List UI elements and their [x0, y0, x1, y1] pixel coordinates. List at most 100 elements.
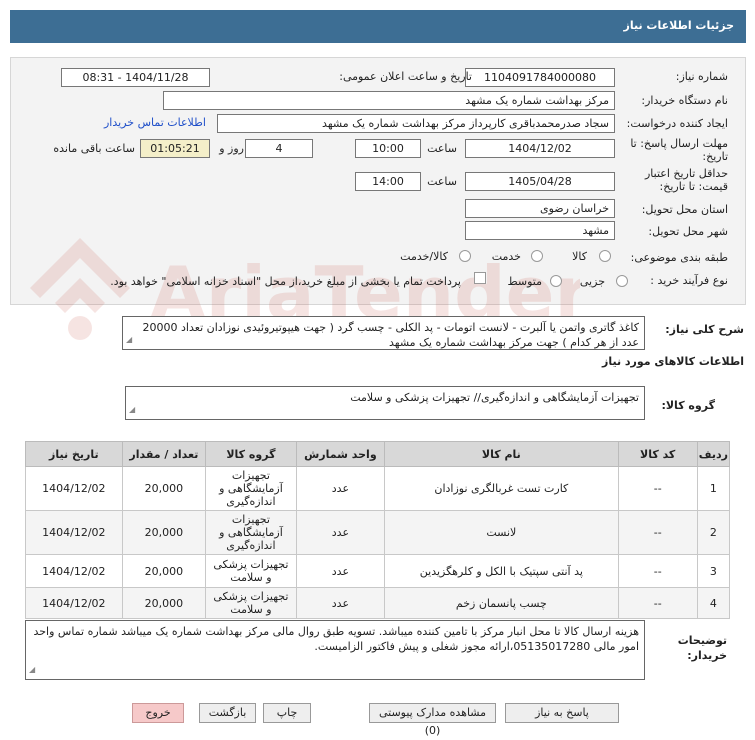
need-number-field: 1104091784000080	[465, 68, 615, 87]
validity-label: حداقل تاریخ اعتبار قیمت: تا تاریخ:	[644, 167, 728, 193]
category-option-service: خدمت	[491, 250, 521, 263]
category-option-goods-service: کالا/خدمت	[400, 250, 448, 263]
col-item-group: گروه کالا	[205, 441, 297, 467]
cell-item-group: تجهیزات آزمایشگاهی و اندازه‌گیری	[205, 466, 297, 511]
goods-section-title: اطلاعات کالاهای مورد نیاز	[602, 355, 744, 368]
cell-item-name: کارت تست غربالگری نوزادان	[384, 466, 619, 511]
cell-row-number: 3	[696, 554, 731, 588]
resize-grip-icon: ◢	[126, 335, 133, 344]
cell-quantity: 20,000	[121, 466, 207, 511]
cell-unit: عدد	[295, 466, 386, 511]
cell-quantity: 20,000	[121, 587, 207, 619]
process-radio-minor[interactable]	[616, 275, 628, 287]
cell-item-code: --	[617, 466, 698, 511]
province-label: استان محل تحویل:	[641, 203, 728, 216]
cell-unit: عدد	[295, 554, 386, 588]
deadline-time-label: ساعت	[427, 142, 457, 155]
cell-item-code: --	[617, 510, 698, 555]
goods-group-label: گروه کالا:	[661, 399, 715, 412]
cell-item-name: پد آنتی سپتیک با الکل و کلرهگزیدین	[384, 554, 619, 588]
cell-need-date: 1404/12/02	[25, 466, 123, 511]
table-row[interactable]: 4 -- چسب پانسمان زخم عدد تجهیزات پزشکی و…	[25, 587, 731, 619]
summary-text: کاغذ گاتری واتمن یا آلبرت - لانست اتومات…	[142, 321, 639, 349]
col-quantity: تعداد / مقدار	[121, 441, 207, 467]
goods-group-text: تجهیزات آزمایشگاهی و اندازه‌گیری// تجهیز…	[350, 391, 639, 404]
category-radio-service[interactable]	[531, 250, 543, 262]
validity-time-field: 14:00	[355, 172, 421, 191]
col-need-date: تاریخ نیاز	[25, 441, 123, 467]
cell-item-group: تجهیزات پزشکی و سلامت	[205, 587, 297, 619]
print-button[interactable]: چاپ	[263, 703, 311, 723]
category-label: طبقه بندی موضوعی:	[630, 251, 728, 264]
cell-item-code: --	[617, 587, 698, 619]
exit-button[interactable]: خروج	[132, 703, 184, 723]
buyer-contact-link[interactable]: اطلاعات تماس خریدار	[104, 116, 206, 129]
cell-quantity: 20,000	[121, 510, 207, 555]
cell-item-group: تجهیزات آزمایشگاهی و اندازه‌گیری	[205, 510, 297, 555]
col-item-code: کد کالا	[617, 441, 698, 467]
process-radio-medium[interactable]	[550, 275, 562, 287]
creator-label: ایجاد کننده درخواست:	[626, 117, 728, 130]
city-field: مشهد	[465, 221, 615, 240]
buyer-field: مرکز بهداشت شماره یک مشهد	[163, 91, 615, 110]
category-radio-goods[interactable]	[599, 250, 611, 262]
attachments-button[interactable]: مشاهده مدارک پیوستی (0)	[369, 703, 496, 737]
deadline-label: مهلت ارسال پاسخ: تا تاریخ:	[630, 137, 728, 163]
table-header-row: ردیف کد کالا نام کالا واحد شمارش گروه کا…	[25, 441, 731, 467]
category-radio-goods-service[interactable]	[459, 250, 471, 262]
cell-need-date: 1404/12/02	[25, 587, 123, 619]
process-type-label: نوع فرآیند خرید :	[650, 274, 728, 287]
cell-item-name: لانست	[384, 510, 619, 555]
summary-textarea[interactable]: کاغذ گاتری واتمن یا آلبرت - لانست اتومات…	[122, 316, 645, 350]
process-option-medium: متوسط	[507, 275, 542, 288]
deadline-date-field: 1404/12/02	[465, 139, 615, 158]
announce-date-field: 1404/11/28 - 08:31	[61, 68, 210, 87]
page-title: جزئیات اطلاعات نیاز	[623, 19, 735, 32]
buyer-label: نام دستگاه خریدار:	[641, 94, 728, 107]
cell-item-name: چسب پانسمان زخم	[384, 587, 619, 619]
cell-row-number: 4	[696, 587, 731, 619]
province-field: خراسان رضوی	[465, 199, 615, 218]
buyer-notes-label: توضیحات خریدار:	[677, 634, 727, 662]
resize-grip-icon: ◢	[29, 665, 36, 674]
col-unit: واحد شمارش	[295, 441, 386, 467]
page-header: جزئیات اطلاعات نیاز	[10, 10, 746, 43]
announce-date-label: تاریخ و ساعت اعلان عمومی:	[339, 70, 472, 83]
time-remaining-field: 01:05:21	[140, 139, 210, 158]
cell-quantity: 20,000	[121, 554, 207, 588]
table-row[interactable]: 3 -- پد آنتی سپتیک با الکل و کلرهگزیدین …	[25, 554, 731, 588]
cell-need-date: 1404/12/02	[25, 554, 123, 588]
buyer-notes-field[interactable]: هزینه ارسال کالا تا محل انبار مرکز با تا…	[25, 620, 645, 680]
col-row-number: ردیف	[696, 441, 731, 467]
cell-need-date: 1404/12/02	[25, 510, 123, 555]
deadline-time-field: 10:00	[355, 139, 421, 158]
process-option-minor: جزیی	[579, 275, 605, 288]
cell-row-number: 2	[696, 510, 731, 555]
cell-unit: عدد	[295, 587, 386, 619]
treasury-payment-checkbox[interactable]	[474, 272, 486, 284]
back-button[interactable]: بازگشت	[199, 703, 256, 723]
cell-item-group: تجهیزات پزشکی و سلامت	[205, 554, 297, 588]
validity-time-label: ساعت	[427, 175, 457, 188]
validity-date-field: 1405/04/28	[465, 172, 615, 191]
category-option-goods: کالا	[572, 250, 587, 263]
city-label: شهر محل تحویل:	[648, 225, 728, 238]
need-number-label: شماره نیاز:	[675, 70, 728, 83]
col-item-name: نام کالا	[384, 441, 619, 467]
goods-table: ردیف کد کالا نام کالا واحد شمارش گروه کا…	[25, 441, 731, 619]
reply-button[interactable]: پاسخ به نیاز	[505, 703, 619, 723]
summary-label: شرح کلی نیاز:	[665, 323, 744, 336]
days-remaining-field: 4	[245, 139, 313, 158]
table-row[interactable]: 2 -- لانست عدد تجهیزات آزمایشگاهی و اندا…	[25, 510, 731, 555]
goods-group-field[interactable]: تجهیزات آزمایشگاهی و اندازه‌گیری// تجهیز…	[125, 386, 645, 420]
time-remaining-label: ساعت باقی مانده	[53, 142, 135, 155]
cell-unit: عدد	[295, 510, 386, 555]
treasury-payment-note: پرداخت تمام یا بخشی از مبلغ خرید،از محل …	[110, 275, 461, 288]
days-label: روز و	[219, 142, 244, 155]
table-row[interactable]: 1 -- کارت تست غربالگری نوزادان عدد تجهیز…	[25, 466, 731, 511]
resize-grip-icon: ◢	[129, 405, 136, 414]
creator-field: سجاد صدرمحمدباقری کارپرداز مرکز بهداشت ش…	[217, 114, 615, 133]
cell-row-number: 1	[696, 466, 731, 511]
cell-item-code: --	[617, 554, 698, 588]
buyer-notes-text: هزینه ارسال کالا تا محل انبار مرکز با تا…	[33, 625, 639, 653]
